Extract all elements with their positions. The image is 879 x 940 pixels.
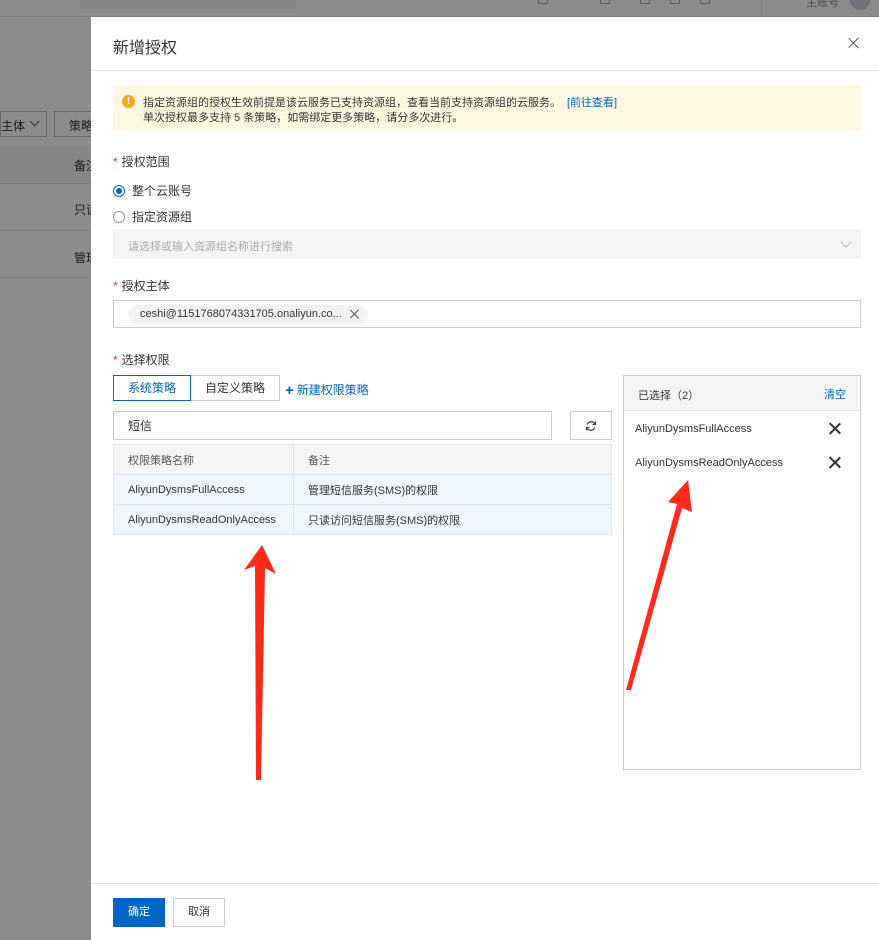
drawer-header: 新增授权 xyxy=(91,17,879,71)
refresh-icon xyxy=(585,421,597,431)
radio-unchecked-icon xyxy=(113,210,125,223)
principal-label: * 授权主体 xyxy=(113,277,170,294)
table-row[interactable]: AliyunDysmsFullAccess 管理短信服务(SMS)的权限 xyxy=(113,474,612,505)
notice-line-2: 单次授权最多支持 5 条策略，如需绑定更多策略，请分多次进行。 xyxy=(143,112,464,124)
column-header-note: 备注 xyxy=(293,444,612,475)
policy-note-cell: 管理短信服务(SMS)的权限 xyxy=(293,474,612,505)
view-link[interactable]: [前往查看] xyxy=(567,97,617,109)
confirm-button[interactable]: 确定 xyxy=(113,898,165,927)
radio-whole-account[interactable]: 整个云账号 xyxy=(113,182,192,199)
radio-label: 整个云账号 xyxy=(132,184,193,198)
table-header-row: 权限策略名称 备注 xyxy=(113,444,612,475)
selected-item: AliyunDysmsFullAccess xyxy=(635,423,752,435)
drawer-footer: 确定 取消 xyxy=(91,883,879,940)
scope-label-text: 授权范围 xyxy=(121,155,170,169)
notice-line-1: 指定资源组的授权生效前提是该云服务已支持资源组，查看当前支持资源组的云服务。 [前… xyxy=(143,94,617,110)
policy-search-input[interactable] xyxy=(114,412,551,439)
permissions-label: * 选择权限 xyxy=(113,351,170,368)
remove-item-icon[interactable] xyxy=(829,423,840,434)
policy-note-cell: 只读访问短信服务(SMS)的权限 xyxy=(293,504,612,535)
tab-custom-policy[interactable]: 自定义策略 xyxy=(191,375,281,401)
policy-table: 权限策略名称 备注 AliyunDysmsFullAccess 管理短信服务(S… xyxy=(113,444,612,535)
scope-label: * 授权范围 xyxy=(113,153,170,170)
drawer-title: 新增授权 xyxy=(113,40,178,57)
radio-checked-icon xyxy=(113,184,125,197)
notice-banner: ! 指定资源组的授权生效前提是该云服务已支持资源组，查看当前支持资源组的云服务。… xyxy=(113,85,861,131)
table-row[interactable]: AliyunDysmsReadOnlyAccess 只读访问短信服务(SMS)的… xyxy=(113,504,612,535)
policy-name-cell: AliyunDysmsReadOnlyAccess xyxy=(113,504,294,535)
plus-icon: + xyxy=(285,382,294,399)
remove-item-icon[interactable] xyxy=(829,457,840,468)
principal-tag-text: ceshi@1151768074331705.onaliyun.co... xyxy=(140,308,342,320)
required-mark: * xyxy=(113,279,118,293)
principal-tag: ceshi@1151768074331705.onaliyun.co... xyxy=(128,305,368,324)
principal-label-text: 授权主体 xyxy=(121,279,170,293)
permissions-label-text: 选择权限 xyxy=(121,353,170,367)
required-mark: * xyxy=(113,155,118,169)
tab-system-policy[interactable]: 系统策略 xyxy=(113,375,192,401)
add-authorization-drawer: 新增授权 ! 指定资源组的授权生效前提是该云服务已支持资源组，查看当前支持资源组… xyxy=(91,17,879,940)
clear-all-button[interactable]: 清空 xyxy=(824,386,846,402)
required-mark: * xyxy=(113,353,118,367)
selected-panel-header: 已选择（2） 清空 xyxy=(624,376,860,411)
policy-search-field[interactable] xyxy=(113,411,552,440)
close-icon[interactable] xyxy=(848,37,860,49)
column-header-name: 权限策略名称 xyxy=(113,444,294,475)
selected-policies-panel: 已选择（2） 清空 AliyunDysmsFullAccess AliyunDy… xyxy=(623,375,861,770)
radio-resource-group[interactable]: 指定资源组 xyxy=(113,208,192,225)
policy-type-tabs: 系统策略 自定义策略 xyxy=(113,375,281,401)
resource-group-placeholder: 请选择或输入资源组名称进行搜索 xyxy=(128,241,293,253)
policy-name-cell: AliyunDysmsFullAccess xyxy=(113,474,294,505)
refresh-button[interactable] xyxy=(570,411,612,440)
chevron-down-icon xyxy=(840,236,852,248)
remove-tag-icon[interactable] xyxy=(350,309,360,319)
selected-count-title: 已选择（2） xyxy=(638,390,700,402)
principal-input[interactable]: ceshi@1151768074331705.onaliyun.co... xyxy=(113,300,861,328)
selected-item: AliyunDysmsReadOnlyAccess xyxy=(635,457,783,469)
warning-icon: ! xyxy=(122,95,135,108)
cancel-button[interactable]: 取消 xyxy=(173,898,225,927)
radio-label: 指定资源组 xyxy=(132,210,193,224)
resource-group-select[interactable]: 请选择或输入资源组名称进行搜索 xyxy=(113,230,861,258)
new-policy-link[interactable]: + 新建权限策略 xyxy=(285,381,369,399)
notice-text-1: 指定资源组的授权生效前提是该云服务已支持资源组，查看当前支持资源组的云服务。 xyxy=(143,97,561,109)
new-policy-label: 新建权限策略 xyxy=(296,383,369,397)
